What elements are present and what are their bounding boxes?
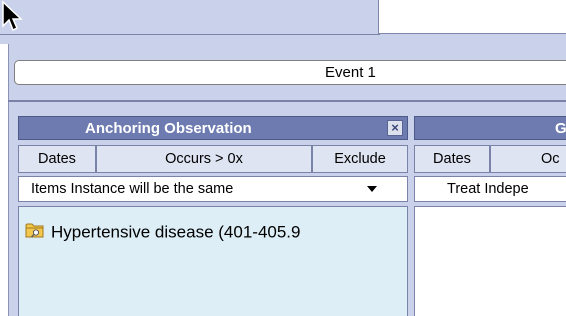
folder-icon — [25, 221, 45, 245]
event-label: Event 1 — [325, 64, 376, 81]
dates-button[interactable]: Dates — [18, 145, 96, 173]
list-item-label: Hypertensive disease (401-405.9 — [51, 222, 301, 242]
second-observation-header: G — [414, 116, 566, 140]
item-list-2 — [414, 206, 566, 316]
anchoring-observation-header: Anchoring Observation × — [18, 116, 408, 140]
occurs-label-2: Oc — [541, 151, 560, 167]
close-icon[interactable]: × — [387, 120, 403, 136]
instance-select-value: Items Instance will be the same — [31, 181, 234, 197]
instance-select[interactable]: Items Instance will be the same — [18, 176, 408, 202]
occurs-button-2[interactable]: Oc — [490, 145, 566, 173]
exclude-button[interactable]: Exclude — [312, 145, 408, 173]
item-list: Hypertensive disease (401-405.9 — [18, 206, 408, 316]
mouse-cursor-icon — [2, 0, 23, 32]
panel-divider — [8, 100, 566, 102]
occurs-button[interactable]: Occurs > 0x — [96, 145, 312, 173]
list-item[interactable]: Hypertensive disease (401-405.9 — [25, 221, 300, 245]
anchoring-observation-title: Anchoring Observation — [85, 120, 252, 137]
tab-divider — [0, 34, 380, 35]
instance-select-2-value: Treat Indepe — [447, 181, 529, 197]
event-title-bar[interactable]: Event 1 — [14, 60, 566, 85]
chevron-down-icon — [367, 186, 377, 192]
tab[interactable] — [378, 0, 566, 34]
dates-button-2[interactable]: Dates — [414, 145, 490, 173]
second-observation-title: G — [555, 120, 566, 137]
instance-select-2[interactable]: Treat Indepe — [414, 176, 566, 202]
